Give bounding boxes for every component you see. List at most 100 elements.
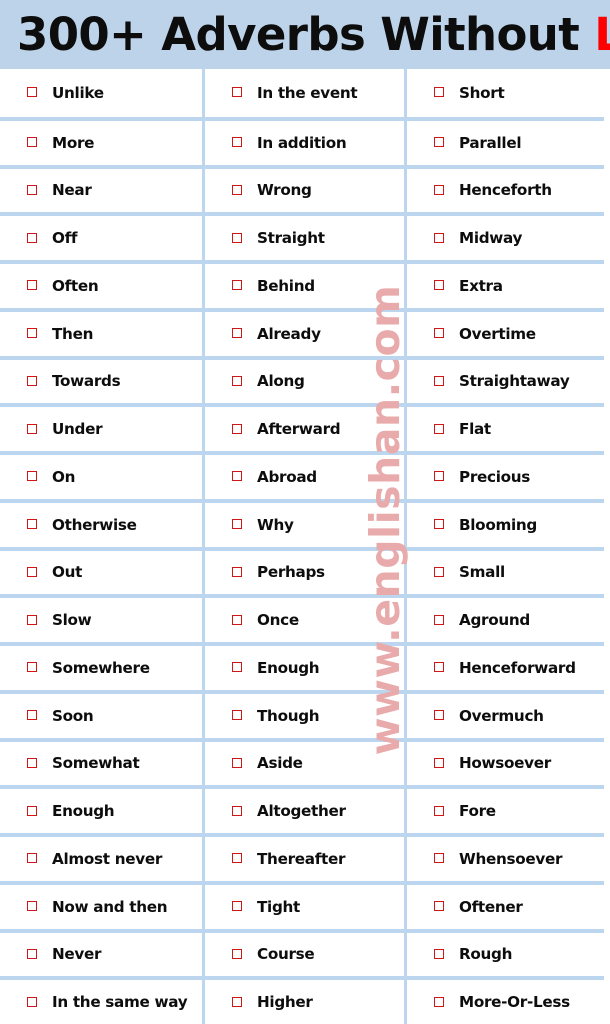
table-row[interactable]: Unlike xyxy=(0,69,202,117)
table-row[interactable]: Near xyxy=(0,164,202,213)
table-row[interactable]: Aside xyxy=(205,737,404,786)
table-row[interactable]: Once xyxy=(205,594,404,642)
empty-checkbox-icon[interactable] xyxy=(27,757,41,772)
empty-checkbox-icon[interactable] xyxy=(27,328,41,342)
empty-checkbox-icon[interactable] xyxy=(232,375,246,390)
empty-checkbox-icon[interactable] xyxy=(232,614,246,629)
empty-checkbox-icon[interactable] xyxy=(27,710,41,724)
empty-checkbox-icon[interactable] xyxy=(27,805,41,820)
table-row[interactable]: Henceforth xyxy=(407,164,604,213)
empty-checkbox-icon[interactable] xyxy=(27,901,41,915)
table-row[interactable]: Perhaps xyxy=(205,546,404,595)
table-row[interactable]: Abroad xyxy=(205,451,404,499)
table-row[interactable]: Overmuch xyxy=(407,689,604,738)
table-row[interactable]: Wrong xyxy=(205,164,404,213)
empty-checkbox-icon[interactable] xyxy=(232,901,246,915)
table-row[interactable]: Now and then xyxy=(0,880,202,929)
table-row[interactable]: Thereafter xyxy=(205,833,404,881)
table-row[interactable]: Otherwise xyxy=(0,498,202,547)
table-row[interactable]: Howsoever xyxy=(407,737,604,786)
table-row[interactable]: Why xyxy=(205,498,404,547)
empty-checkbox-icon[interactable] xyxy=(434,996,448,1011)
table-row[interactable]: Soon xyxy=(0,689,202,738)
table-row[interactable]: Fore xyxy=(407,785,604,833)
table-row[interactable]: Aground xyxy=(407,594,604,642)
table-row[interactable]: Tight xyxy=(205,880,404,929)
table-row[interactable]: Henceforward xyxy=(407,642,604,690)
empty-checkbox-icon[interactable] xyxy=(434,853,448,867)
table-row[interactable]: Oftener xyxy=(407,880,604,929)
empty-checkbox-icon[interactable] xyxy=(232,423,246,438)
empty-checkbox-icon[interactable] xyxy=(27,566,41,581)
empty-checkbox-icon[interactable] xyxy=(434,423,448,438)
table-row[interactable]: Out xyxy=(0,546,202,595)
empty-checkbox-icon[interactable] xyxy=(434,614,448,629)
empty-checkbox-icon[interactable] xyxy=(232,519,246,533)
table-row[interactable]: Though xyxy=(205,689,404,738)
empty-checkbox-icon[interactable] xyxy=(27,519,41,533)
table-row[interactable]: More xyxy=(0,116,202,165)
empty-checkbox-icon[interactable] xyxy=(232,948,246,963)
empty-checkbox-icon[interactable] xyxy=(434,519,448,533)
empty-checkbox-icon[interactable] xyxy=(27,137,41,151)
table-row[interactable]: Never xyxy=(0,928,202,977)
empty-checkbox-icon[interactable] xyxy=(232,757,246,772)
table-row[interactable]: Straightaway xyxy=(407,355,604,404)
empty-checkbox-icon[interactable] xyxy=(232,87,246,101)
table-row[interactable]: Along xyxy=(205,355,404,404)
empty-checkbox-icon[interactable] xyxy=(232,853,246,867)
empty-checkbox-icon[interactable] xyxy=(232,996,246,1011)
empty-checkbox-icon[interactable] xyxy=(27,375,41,390)
table-row[interactable]: Then xyxy=(0,307,202,356)
empty-checkbox-icon[interactable] xyxy=(232,662,246,676)
table-row[interactable]: Somewhere xyxy=(0,642,202,690)
table-row[interactable]: Small xyxy=(407,546,604,595)
empty-checkbox-icon[interactable] xyxy=(27,423,41,438)
table-row[interactable]: Enough xyxy=(205,642,404,690)
table-row[interactable]: On xyxy=(0,451,202,499)
table-row[interactable]: Behind xyxy=(205,260,404,308)
table-row[interactable]: In addition xyxy=(205,116,404,165)
table-row[interactable]: In the same way xyxy=(0,976,202,1024)
empty-checkbox-icon[interactable] xyxy=(232,566,246,581)
empty-checkbox-icon[interactable] xyxy=(434,757,448,772)
empty-checkbox-icon[interactable] xyxy=(232,805,246,820)
empty-checkbox-icon[interactable] xyxy=(232,710,246,724)
empty-checkbox-icon[interactable] xyxy=(434,184,448,199)
empty-checkbox-icon[interactable] xyxy=(27,853,41,867)
empty-checkbox-icon[interactable] xyxy=(27,87,41,101)
table-row[interactable]: Precious xyxy=(407,451,604,499)
empty-checkbox-icon[interactable] xyxy=(232,328,246,342)
table-row[interactable]: Enough xyxy=(0,785,202,833)
table-row[interactable]: Towards xyxy=(0,355,202,404)
table-row[interactable]: Somewhat xyxy=(0,737,202,786)
empty-checkbox-icon[interactable] xyxy=(232,280,246,294)
empty-checkbox-icon[interactable] xyxy=(232,184,246,199)
table-row[interactable]: More-Or-Less xyxy=(407,976,604,1024)
table-row[interactable]: Rough xyxy=(407,928,604,977)
table-row[interactable]: Overtime xyxy=(407,307,604,356)
table-row[interactable]: Whensoever xyxy=(407,833,604,881)
table-row[interactable]: Higher xyxy=(205,976,404,1024)
table-row[interactable]: Almost never xyxy=(0,833,202,881)
empty-checkbox-icon[interactable] xyxy=(434,232,448,247)
empty-checkbox-icon[interactable] xyxy=(434,137,448,151)
empty-checkbox-icon[interactable] xyxy=(27,614,41,629)
empty-checkbox-icon[interactable] xyxy=(434,901,448,915)
table-row[interactable]: Altogether xyxy=(205,785,404,833)
empty-checkbox-icon[interactable] xyxy=(27,184,41,199)
empty-checkbox-icon[interactable] xyxy=(434,566,448,581)
table-row[interactable]: Off xyxy=(0,212,202,260)
empty-checkbox-icon[interactable] xyxy=(27,662,41,676)
empty-checkbox-icon[interactable] xyxy=(434,948,448,963)
empty-checkbox-icon[interactable] xyxy=(434,471,448,485)
table-row[interactable]: Straight xyxy=(205,212,404,260)
empty-checkbox-icon[interactable] xyxy=(232,471,246,485)
table-row[interactable]: Afterward xyxy=(205,403,404,451)
table-row[interactable]: Midway xyxy=(407,212,604,260)
empty-checkbox-icon[interactable] xyxy=(27,280,41,294)
table-row[interactable]: Already xyxy=(205,307,404,356)
table-row[interactable]: Under xyxy=(0,403,202,451)
table-row[interactable]: Often xyxy=(0,260,202,308)
empty-checkbox-icon[interactable] xyxy=(232,137,246,151)
